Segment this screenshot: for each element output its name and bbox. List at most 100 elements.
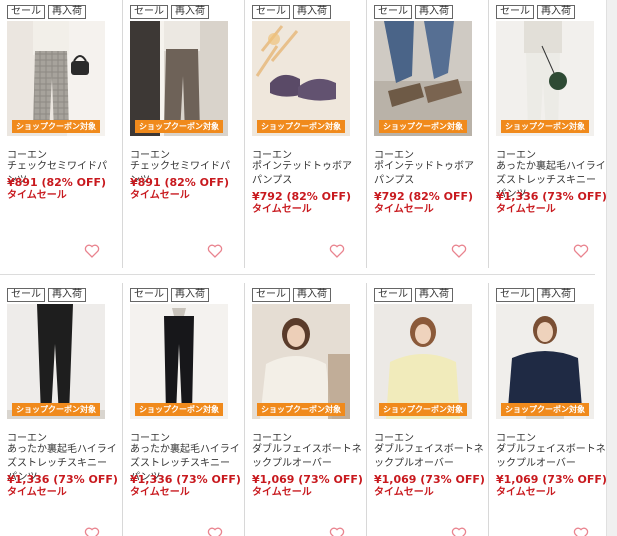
- brand-name: コーエン: [252, 150, 292, 161]
- coupon-label: ショップクーポン対象: [135, 120, 223, 133]
- sale-badge: セール: [7, 288, 45, 302]
- sale-badge: セール: [130, 5, 168, 19]
- product-image[interactable]: ショップクーポン対象: [7, 304, 105, 419]
- brand-name: コーエン: [374, 433, 414, 444]
- restock-badge: 再入荷: [537, 5, 575, 19]
- product-image[interactable]: ショップクーポン対象: [374, 21, 472, 136]
- brand-name: コーエン: [130, 433, 170, 444]
- product-image[interactable]: ショップクーポン対象: [7, 21, 105, 136]
- time-sale-label: タイムセール: [374, 487, 434, 498]
- coupon-label: ショップクーポン対象: [12, 403, 100, 416]
- product-price: ¥891 (82% OFF): [130, 176, 230, 189]
- sale-badge: セール: [374, 288, 412, 302]
- product-image[interactable]: ショップクーポン対象: [496, 21, 594, 136]
- product-name[interactable]: ポインテッドトゥボアパンプス: [252, 160, 362, 188]
- heart-icon[interactable]: [207, 243, 223, 259]
- time-sale-label: タイムセール: [374, 204, 434, 215]
- heart-icon[interactable]: [84, 526, 100, 536]
- heart-icon[interactable]: [207, 526, 223, 536]
- coupon-label: ショップクーポン対象: [257, 403, 345, 416]
- product-card[interactable]: セール 再入荷 ショップクーポン対象 コーエン チェックセミワイドパンツ ¥89…: [0, 0, 122, 268]
- heart-icon[interactable]: [451, 243, 467, 259]
- product-price: ¥792 (82% OFF): [252, 190, 352, 203]
- sale-badge: セール: [374, 5, 412, 19]
- sale-badge: セール: [496, 5, 534, 19]
- product-name[interactable]: ダブルフェイスボートネックプルオーバー: [496, 443, 606, 471]
- product-card[interactable]: セール 再入荷 ショップクーポン対象 コーエン あったか裏起毛ハイライズストレッ…: [0, 283, 122, 536]
- time-sale-label: タイムセール: [7, 190, 67, 201]
- brand-name: コーエン: [7, 150, 47, 161]
- product-image[interactable]: ショップクーポン対象: [374, 304, 472, 419]
- heart-icon[interactable]: [329, 243, 345, 259]
- coupon-label: ショップクーポン対象: [257, 120, 345, 133]
- restock-badge: 再入荷: [415, 288, 453, 302]
- product-price: ¥1,336 (73% OFF): [496, 190, 607, 203]
- product-card[interactable]: セール 再入荷 ショップクーポン対象 コーエン ダブルフェイスボートネックプルオ…: [488, 283, 610, 536]
- product-card[interactable]: セール 再入荷 ショップクーポン対象 コーエン ダブルフェイスボートネックプルオ…: [244, 283, 366, 536]
- product-image[interactable]: ショップクーポン対象: [496, 304, 594, 419]
- restock-badge: 再入荷: [293, 288, 331, 302]
- heart-icon[interactable]: [451, 526, 467, 536]
- restock-badge: 再入荷: [48, 288, 86, 302]
- restock-badge: 再入荷: [537, 288, 575, 302]
- product-price: ¥1,336 (73% OFF): [7, 473, 118, 486]
- product-name[interactable]: ダブルフェイスボートネックプルオーバー: [374, 443, 484, 471]
- time-sale-label: タイムセール: [496, 487, 556, 498]
- restock-badge: 再入荷: [171, 5, 209, 19]
- product-name[interactable]: ポインテッドトゥボアパンプス: [374, 160, 484, 188]
- brand-name: コーエン: [496, 433, 536, 444]
- product-image[interactable]: ショップクーポン対象: [130, 21, 228, 136]
- sale-badge: セール: [252, 5, 290, 19]
- product-price: ¥1,336 (73% OFF): [130, 473, 241, 486]
- product-grid: セール 再入荷 ショップクーポン対象 コーエン チェックセミワイドパンツ ¥89…: [0, 0, 607, 536]
- product-image[interactable]: ショップクーポン対象: [252, 21, 350, 136]
- heart-icon[interactable]: [573, 243, 589, 259]
- coupon-label: ショップクーポン対象: [379, 120, 467, 133]
- product-price: ¥1,069 (73% OFF): [374, 473, 485, 486]
- product-image[interactable]: ショップクーポン対象: [130, 304, 228, 419]
- product-price: ¥1,069 (73% OFF): [496, 473, 607, 486]
- restock-badge: 再入荷: [415, 5, 453, 19]
- brand-name: コーエン: [7, 433, 47, 444]
- product-row: セール 再入荷 ショップクーポン対象 コーエン チェックセミワイドパンツ ¥89…: [0, 0, 607, 268]
- coupon-label: ショップクーポン対象: [12, 120, 100, 133]
- product-image[interactable]: ショップクーポン対象: [252, 304, 350, 419]
- product-card[interactable]: セール 再入荷 ショップクーポン対象 コーエン ダブルフェイスボートネックプルオ…: [366, 283, 488, 536]
- heart-icon[interactable]: [573, 526, 589, 536]
- time-sale-label: タイムセール: [130, 487, 190, 498]
- heart-icon[interactable]: [329, 526, 345, 536]
- product-name[interactable]: ダブルフェイスボートネックプルオーバー: [252, 443, 362, 471]
- coupon-label: ショップクーポン対象: [501, 403, 589, 416]
- brand-name: コーエン: [130, 150, 170, 161]
- row-divider: [0, 274, 595, 275]
- brand-name: コーエン: [374, 150, 414, 161]
- time-sale-label: タイムセール: [252, 487, 312, 498]
- coupon-label: ショップクーポン対象: [501, 120, 589, 133]
- product-price: ¥1,069 (73% OFF): [252, 473, 363, 486]
- coupon-label: ショップクーポン対象: [135, 403, 223, 416]
- product-row: セール 再入荷 ショップクーポン対象 コーエン あったか裏起毛ハイライズストレッ…: [0, 283, 607, 536]
- product-card[interactable]: セール 再入荷 ショップクーポン対象 コーエン チェックセミワイドパンツ ¥89…: [122, 0, 244, 268]
- sale-badge: セール: [7, 5, 45, 19]
- time-sale-label: タイムセール: [130, 190, 190, 201]
- time-sale-label: タイムセール: [7, 487, 67, 498]
- restock-badge: 再入荷: [48, 5, 86, 19]
- time-sale-label: タイムセール: [252, 204, 312, 215]
- product-card[interactable]: セール 再入荷 ショップクーポン対象 コーエン ポインテッドトゥボアパンプス ¥…: [244, 0, 366, 268]
- product-price: ¥792 (82% OFF): [374, 190, 474, 203]
- brand-name: コーエン: [252, 433, 292, 444]
- heart-icon[interactable]: [84, 243, 100, 259]
- product-price: ¥891 (82% OFF): [7, 176, 107, 189]
- brand-name: コーエン: [496, 150, 536, 161]
- sale-badge: セール: [130, 288, 168, 302]
- product-card[interactable]: セール 再入荷 ショップクーポン対象 コーエン あったか裏起毛ハイライズストレッ…: [488, 0, 610, 268]
- product-card[interactable]: セール 再入荷 ショップクーポン対象 コーエン あったか裏起毛ハイライズストレッ…: [122, 283, 244, 536]
- time-sale-label: タイムセール: [496, 204, 556, 215]
- product-card[interactable]: セール 再入荷 ショップクーポン対象 コーエン ポインテッドトゥボアパンプス ¥…: [366, 0, 488, 268]
- restock-badge: 再入荷: [293, 5, 331, 19]
- sale-badge: セール: [252, 288, 290, 302]
- vertical-scrollbar[interactable]: [606, 0, 617, 536]
- restock-badge: 再入荷: [171, 288, 209, 302]
- sale-badge: セール: [496, 288, 534, 302]
- coupon-label: ショップクーポン対象: [379, 403, 467, 416]
